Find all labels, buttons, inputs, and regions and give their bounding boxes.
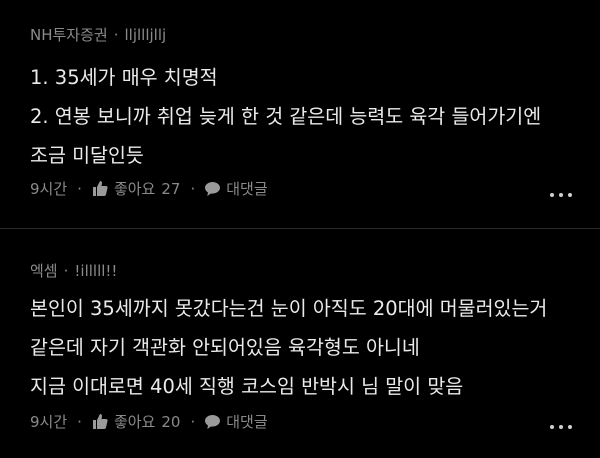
comment-body: 본인이 35세까지 못갔다는건 눈이 아직도 20대에 머물러있는거 같은데 자…: [30, 289, 580, 406]
speech-bubble-icon: [205, 181, 221, 196]
comment-line: 1. 35세가 매우 치명적: [30, 66, 218, 89]
like-button[interactable]: 좋아요 20: [92, 411, 181, 432]
comment-line: 조금 미달인듯: [30, 144, 144, 167]
dot: [550, 425, 554, 429]
comment-meta: NH투자증권 · lljllljllj: [30, 24, 166, 45]
like-count: 20: [161, 412, 181, 431]
reply-button[interactable]: 대댓글: [205, 178, 268, 199]
dot-separator: ·: [77, 412, 82, 431]
dot: [568, 193, 572, 197]
timestamp: 9시간: [30, 180, 68, 198]
company-name[interactable]: 엑셈: [30, 262, 58, 280]
meta-separator: ·: [63, 262, 69, 280]
username[interactable]: !illlll!!: [74, 262, 117, 280]
dot: [559, 193, 563, 197]
dot: [568, 425, 572, 429]
comment-line: 2. 연봉 보니까 취업 늦게 한 것 같은데 능력도 육각 들어가기엔: [30, 105, 542, 128]
thumbs-up-icon: [92, 414, 108, 429]
comment-meta: 엑셈 · !illlll!!: [30, 260, 117, 281]
timestamp: 9시간: [30, 413, 68, 431]
reply-label: 대댓글: [226, 413, 268, 431]
dot-separator: ·: [190, 412, 196, 431]
reply-button[interactable]: 대댓글: [205, 411, 268, 432]
dot-separator: ·: [190, 179, 196, 198]
comment-line: 본인이 35세까지 못갔다는건 눈이 아직도 20대에 머물러있는거: [30, 297, 548, 320]
like-button[interactable]: 좋아요 27: [92, 178, 181, 199]
like-label: 좋아요: [113, 180, 156, 198]
meta-separator: ·: [113, 26, 119, 44]
dot-separator: ·: [77, 179, 82, 198]
reply-label: 대댓글: [226, 180, 268, 198]
more-dots-icon[interactable]: [550, 193, 572, 197]
comment-actions: 9시간 · 좋아요 27 · 대댓글: [30, 178, 268, 199]
like-label: 좋아요: [113, 413, 156, 431]
like-count: 27: [161, 179, 181, 198]
thumbs-up-icon: [92, 181, 108, 196]
speech-bubble-icon: [205, 414, 221, 429]
comment-line: 지금 이대로면 40세 직행 코스임 반박시 님 말이 맞음: [30, 375, 464, 398]
dot: [559, 425, 563, 429]
username[interactable]: lljllljllj: [124, 26, 166, 44]
more-dots-icon[interactable]: [550, 425, 572, 429]
comment-body: 1. 35세가 매우 치명적 2. 연봉 보니까 취업 늦게 한 것 같은데 능…: [30, 58, 580, 175]
comment-line: 같은데 자기 객관화 안되어있음 육각형도 아니네: [30, 336, 420, 359]
comment-actions: 9시간 · 좋아요 20 · 대댓글: [30, 411, 268, 432]
comment-item: NH투자증권 · lljllljllj 1. 35세가 매우 치명적 2. 연봉 보…: [0, 0, 600, 228]
comment-item: 엑셈 · !illlll!! 본인이 35세까지 못갔다는건 눈이 아직도 20대에…: [0, 229, 600, 458]
company-name[interactable]: NH투자증권: [30, 26, 108, 44]
dot: [550, 193, 554, 197]
